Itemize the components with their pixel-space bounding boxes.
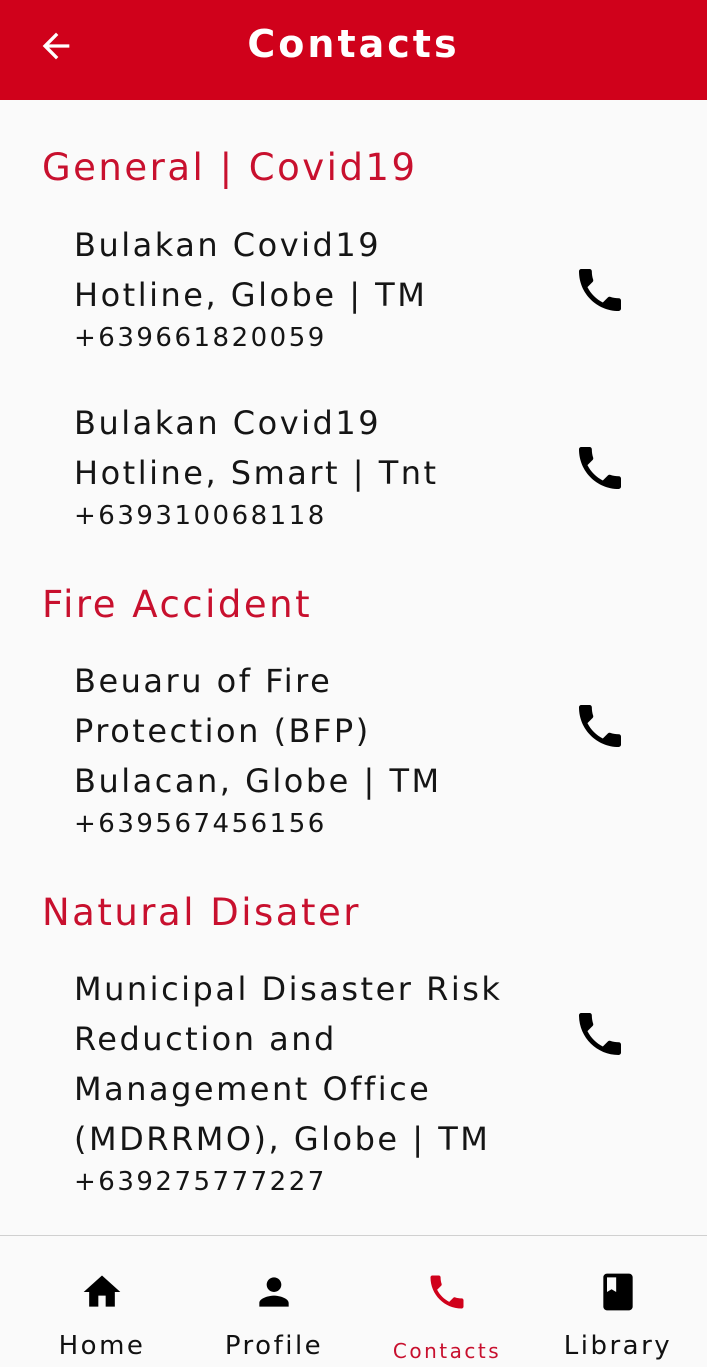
phone-icon	[579, 1013, 621, 1055]
nav-item-library[interactable]: Library	[530, 1236, 706, 1366]
contact-name: Bulakan Covid19 Hotline, Globe | TM	[74, 226, 428, 314]
contact-number: +639567456156	[74, 809, 327, 839]
contact-name: Bulakan Covid19 Hotline, Smart | Tnt	[74, 404, 439, 492]
contact-name: Beuaru of Fire Protection (BFP) Bulacan,…	[74, 662, 442, 800]
phone-icon	[579, 447, 621, 489]
nav-label: Profile	[224, 1331, 324, 1361]
phone-icon	[579, 269, 621, 311]
contact-number: +639310068118	[74, 501, 327, 531]
contacts-list: General | Covid19 Bulakan Covid19 Hotlin…	[0, 100, 707, 1235]
nav-item-profile[interactable]: Profile	[186, 1236, 362, 1366]
section-title-natural: Natural Disater	[42, 891, 361, 934]
nav-label: Library	[563, 1331, 673, 1361]
phone-icon	[430, 1275, 464, 1309]
call-button[interactable]	[570, 696, 630, 756]
call-button[interactable]	[570, 260, 630, 320]
nav-label: Home	[58, 1331, 146, 1361]
bottom-navigation: Home Profile Contacts Library	[0, 1235, 707, 1366]
section-title-general: General | Covid19	[42, 146, 418, 189]
phone-icon	[579, 705, 621, 747]
page-title: Contacts	[247, 22, 460, 66]
contact-item: Municipal Disaster Risk Reduction and Ma…	[74, 964, 674, 1200]
bookmark-book-icon	[603, 1273, 633, 1311]
nav-label: Contacts	[392, 1339, 502, 1363]
section-title-fire: Fire Accident	[42, 583, 313, 626]
contact-number: +639275777227	[74, 1167, 327, 1197]
nav-item-home[interactable]: Home	[14, 1236, 190, 1366]
nav-item-contacts[interactable]: Contacts	[359, 1236, 535, 1366]
home-icon	[83, 1275, 121, 1307]
call-button[interactable]	[570, 1004, 630, 1064]
call-button[interactable]	[570, 438, 630, 498]
contact-name: Municipal Disaster Risk Reduction and Ma…	[74, 970, 503, 1158]
app-bar: Contacts	[0, 0, 707, 100]
person-icon	[259, 1277, 289, 1307]
contact-number: +639661820059	[74, 323, 327, 353]
